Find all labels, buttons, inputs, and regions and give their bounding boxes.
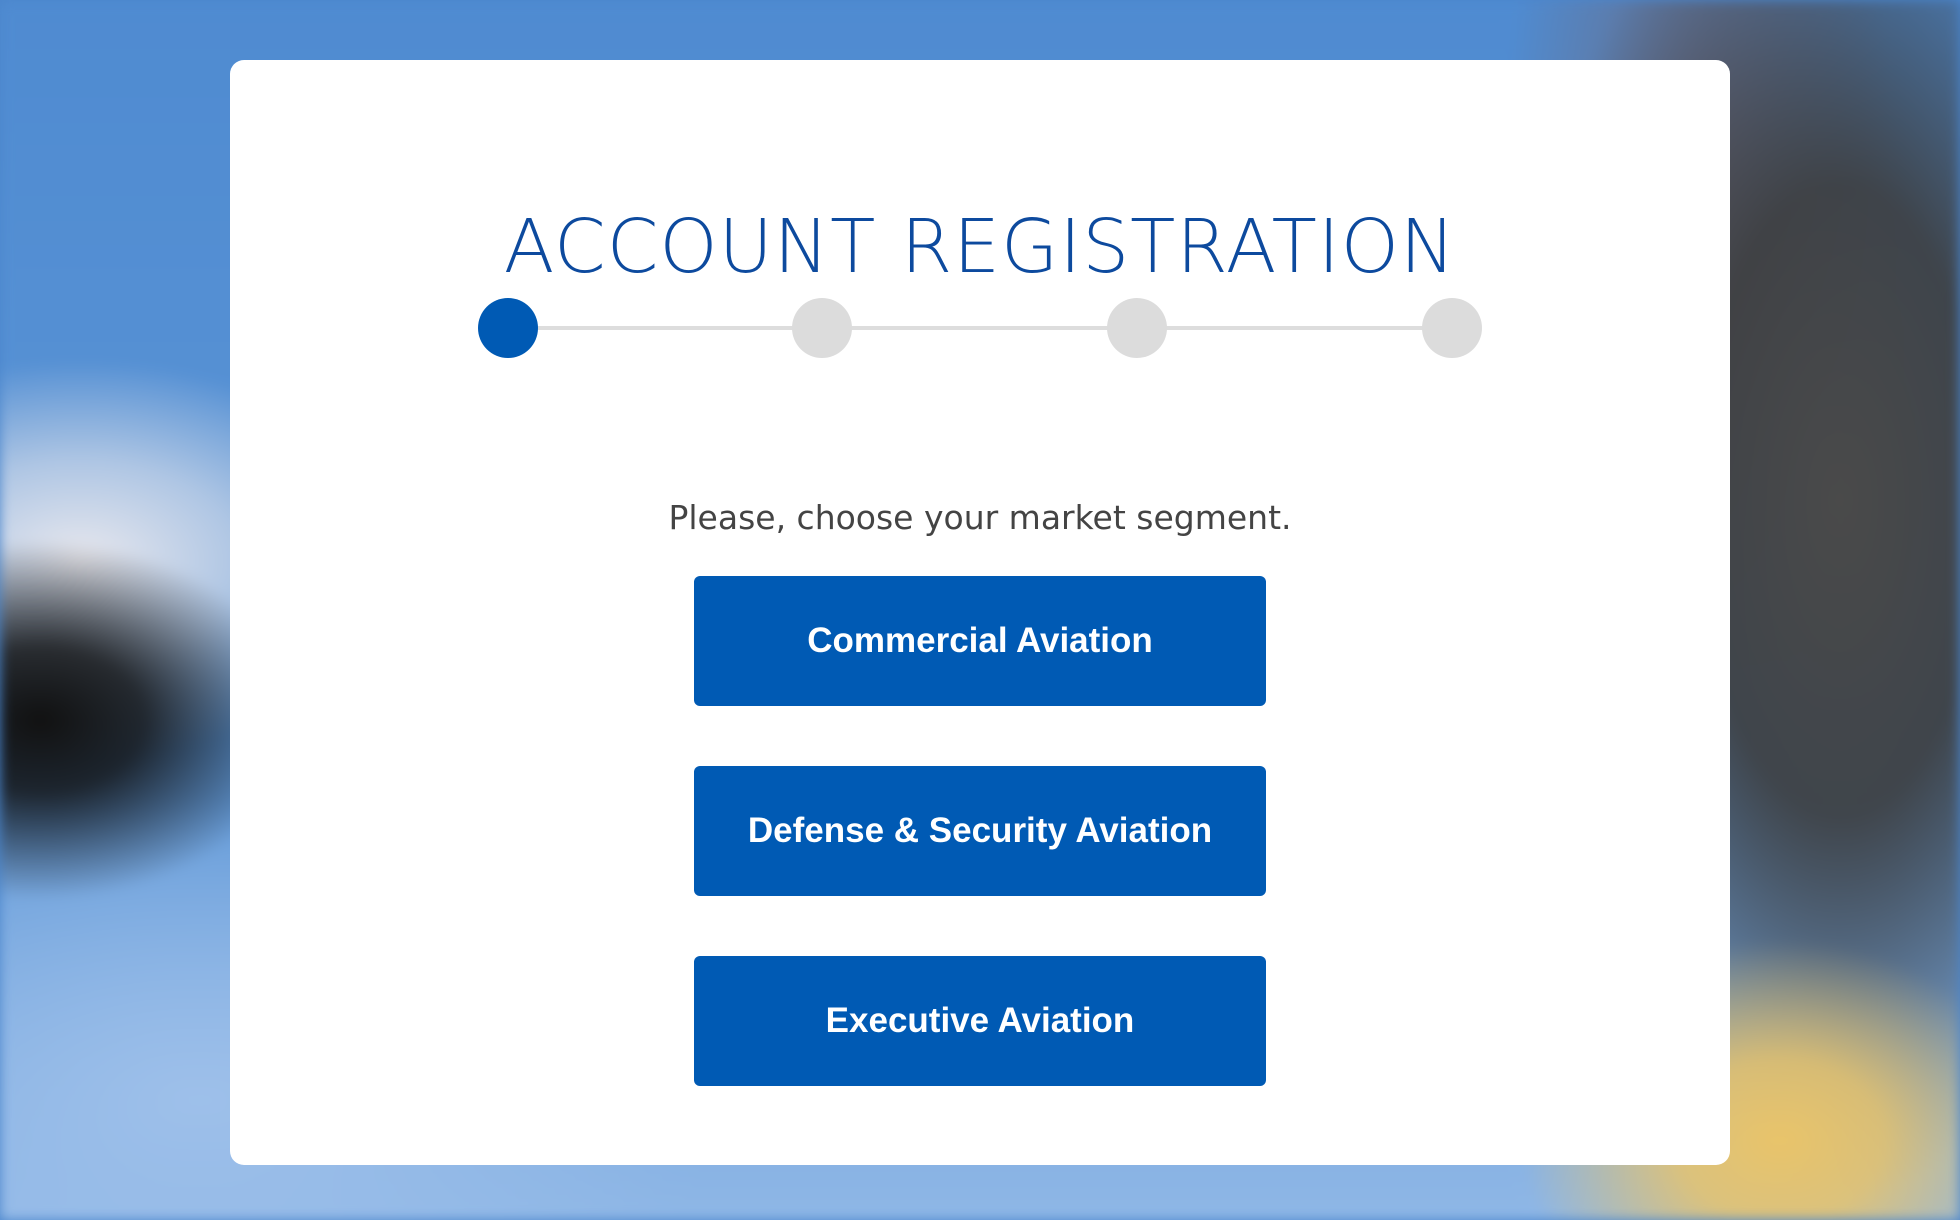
registration-card: ACCOUNT REGISTRATION Please, choose your…: [230, 60, 1730, 1165]
segment-prompt: Please, choose your market segment.: [668, 498, 1292, 537]
step-1-indicator: [478, 298, 538, 358]
step-2-indicator: [792, 298, 852, 358]
progress-stepper: [478, 298, 1482, 358]
defense-security-aviation-button[interactable]: Defense & Security Aviation: [694, 766, 1266, 896]
commercial-aviation-button[interactable]: Commercial Aviation: [694, 576, 1266, 706]
page-title: ACCOUNT REGISTRATION: [503, 204, 1457, 290]
stepper-track: [508, 326, 1452, 330]
step-3-indicator: [1107, 298, 1167, 358]
step-4-indicator: [1422, 298, 1482, 358]
executive-aviation-button[interactable]: Executive Aviation: [694, 956, 1266, 1086]
